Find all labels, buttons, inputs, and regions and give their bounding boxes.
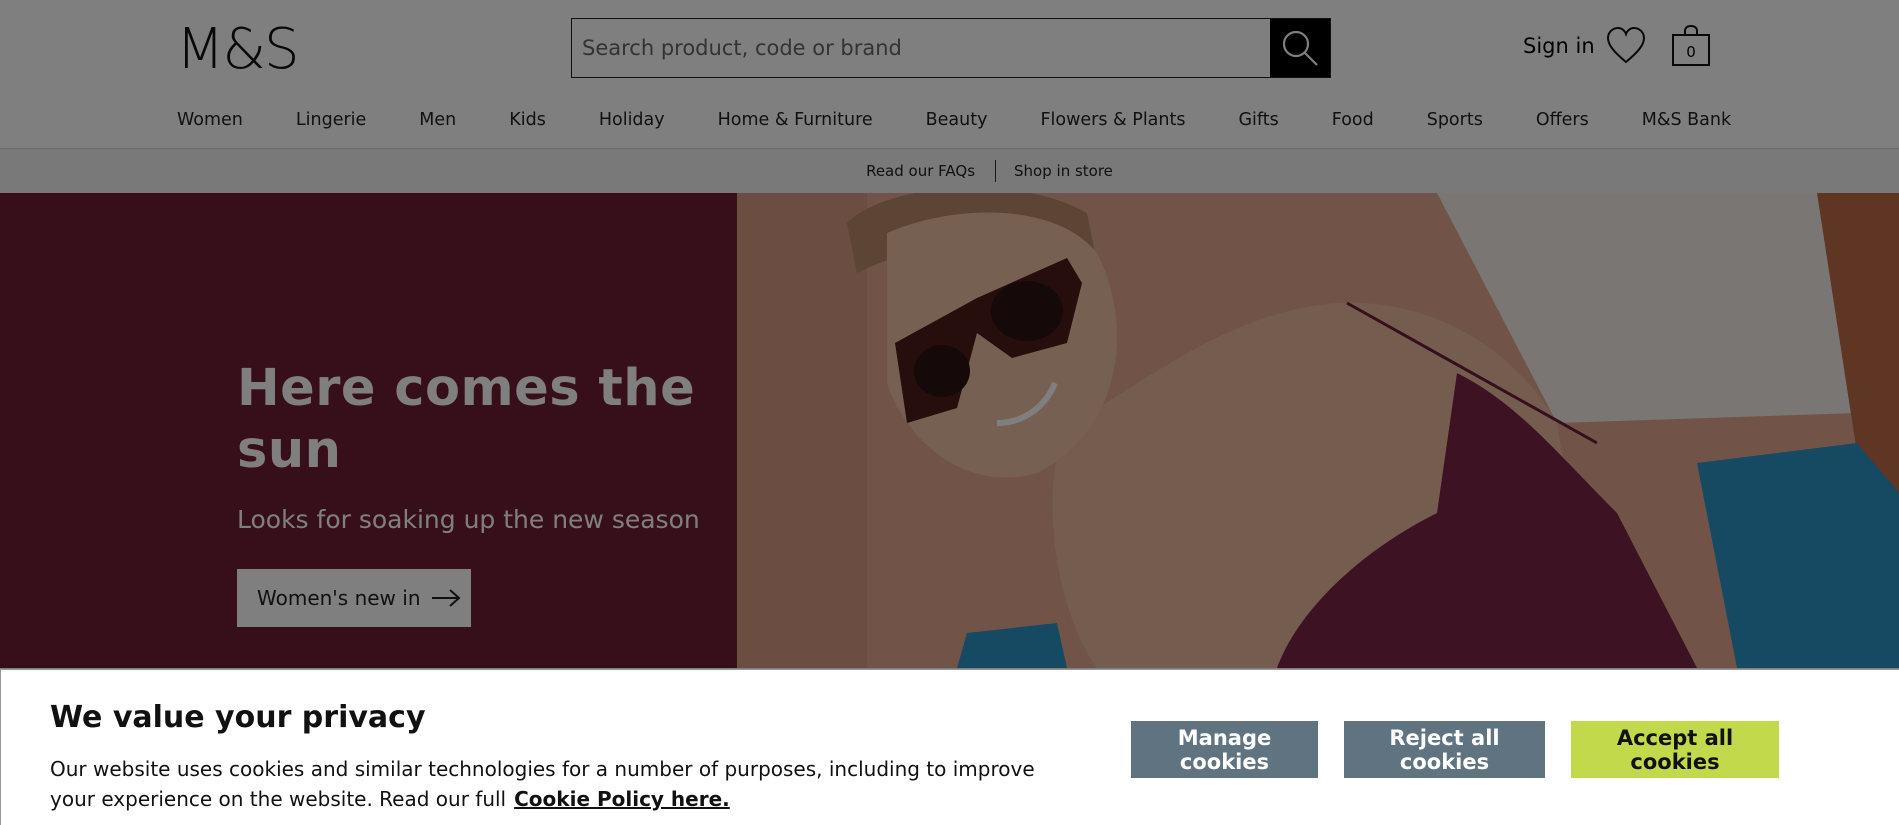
reject-all-cookies-button[interactable]: Reject all cookies (1344, 721, 1545, 778)
manage-cookies-button[interactable]: Manage cookies (1131, 721, 1318, 778)
cookie-description: Our website uses cookies and similar tec… (50, 754, 1050, 814)
modal-backdrop (0, 0, 1899, 669)
cookie-banner: We value your privacy Our website uses c… (0, 669, 1899, 825)
cookie-policy-link[interactable]: Cookie Policy here. (514, 787, 730, 811)
cookie-title: We value your privacy (50, 700, 426, 735)
accept-all-cookies-button[interactable]: Accept all cookies (1571, 721, 1779, 778)
